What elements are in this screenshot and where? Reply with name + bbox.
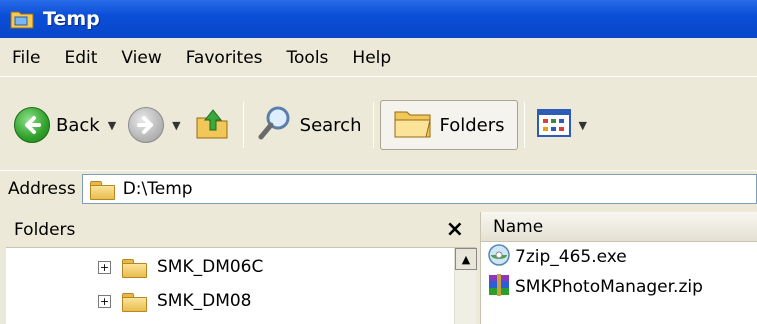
scroll-up-icon[interactable]: ▲ — [455, 248, 477, 270]
folders-pane-header: Folders × — [6, 212, 476, 248]
address-field[interactable]: D:\Temp — [81, 173, 757, 204]
views-dropdown-icon[interactable]: ▼ — [579, 119, 587, 132]
folder-icon — [9, 8, 35, 30]
column-header-name[interactable]: Name — [481, 212, 757, 242]
folder-icon — [121, 257, 147, 278]
exe-installer-icon — [487, 243, 511, 272]
menu-favorites[interactable]: Favorites — [174, 48, 275, 68]
address-label: Address — [8, 178, 76, 199]
back-dropdown-icon[interactable]: ▼ — [108, 119, 116, 132]
back-button[interactable]: Back ▼ — [8, 101, 122, 149]
search-icon — [256, 104, 294, 147]
winrar-archive-icon — [487, 273, 511, 302]
expand-icon[interactable]: + — [98, 260, 111, 274]
tree-item[interactable]: + SMK_DM06C — [98, 250, 263, 284]
folders-icon — [393, 106, 433, 145]
window-title: Temp — [43, 8, 100, 30]
address-value: D:\Temp — [122, 178, 193, 199]
forward-arrow-icon — [128, 107, 165, 143]
title-bar: Temp — [0, 0, 757, 38]
forward-dropdown-icon[interactable]: ▼ — [172, 119, 180, 132]
menu-tools[interactable]: Tools — [275, 48, 341, 68]
file-name: 7zip_465.exe — [515, 247, 627, 267]
forward-button[interactable]: ▼ — [122, 101, 186, 149]
file-name: SMKPhotoManager.zip — [515, 277, 703, 297]
toolbar-separator — [523, 102, 525, 148]
folders-label: Folders — [439, 114, 505, 136]
close-icon[interactable]: × — [446, 217, 464, 242]
menu-edit[interactable]: Edit — [52, 48, 109, 68]
up-button[interactable] — [187, 101, 237, 149]
menu-bar: File Edit View Favorites Tools Help — [0, 39, 757, 77]
vertical-scrollbar[interactable]: ▲ — [454, 248, 477, 324]
folder-icon — [121, 291, 147, 312]
search-button[interactable]: Search — [250, 101, 368, 149]
file-row[interactable]: 7zip_465.exe — [481, 242, 757, 272]
menu-file[interactable]: File — [0, 48, 52, 68]
back-arrow-icon — [14, 107, 50, 143]
views-icon — [536, 108, 571, 142]
tree-item-label: SMK_DM08 — [157, 291, 252, 311]
tree-item[interactable]: + SMK_DM08 — [98, 284, 252, 318]
tree-item-label: SMK_DM06C — [157, 257, 264, 277]
standard-toolbar: Back ▼ ▼ Search Folders ▼ — [0, 80, 757, 170]
file-list-pane: Name 7zip_465.exe SMKPhotoManager.zip — [480, 212, 757, 324]
toolbar-separator — [373, 102, 375, 148]
back-label: Back — [56, 114, 100, 136]
folders-button[interactable]: Folders — [380, 100, 518, 150]
expand-icon[interactable]: + — [98, 294, 111, 308]
search-label: Search — [299, 114, 362, 136]
file-row[interactable]: SMKPhotoManager.zip — [481, 272, 757, 302]
address-bar: Address D:\Temp — [0, 170, 757, 206]
menu-help[interactable]: Help — [340, 48, 403, 68]
folders-pane: Folders × + SMK_DM06C + SMK_DM08 ▲ — [6, 212, 477, 324]
folder-icon — [89, 179, 115, 200]
views-button[interactable]: ▼ — [531, 101, 593, 149]
folders-pane-title: Folders — [14, 219, 76, 240]
up-folder-icon — [193, 104, 231, 147]
toolbar-separator — [242, 102, 244, 148]
menu-view[interactable]: View — [109, 48, 173, 68]
